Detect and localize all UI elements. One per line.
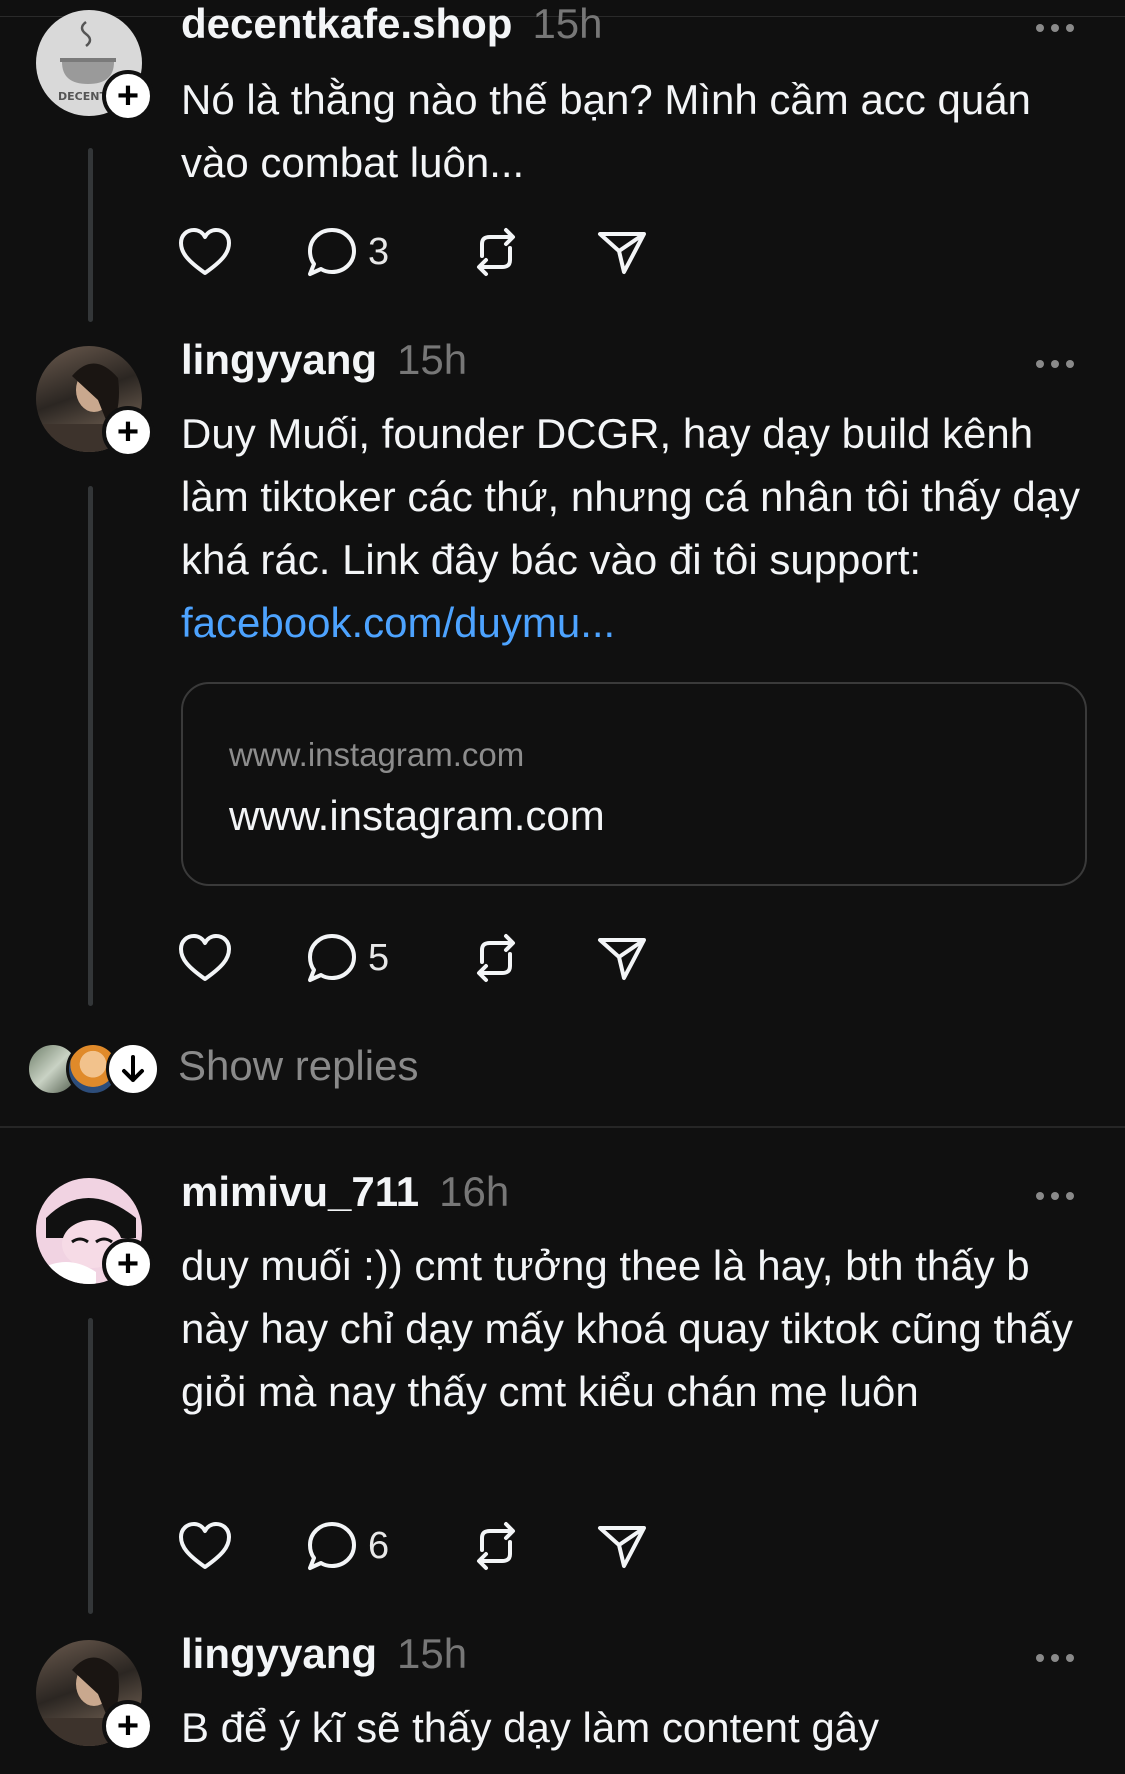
share-button[interactable] [596, 1516, 648, 1576]
thread-line [88, 1318, 93, 1614]
show-replies-label: Show replies [178, 1042, 419, 1089]
share-icon [598, 232, 646, 274]
post-header: decentkafe.shop 15h [181, 0, 603, 60]
comment-icon [308, 228, 356, 276]
thread-line [88, 148, 93, 322]
card-domain: www.instagram.com [229, 736, 525, 773]
avatar-lingyyang[interactable]: + [36, 346, 154, 458]
heart-icon [179, 934, 231, 981]
post-header: lingyyang 15h [181, 1630, 467, 1690]
post-text: duy muối :)) cmt tưởng thee là hay, bth … [181, 1242, 1073, 1415]
heart-icon [179, 1522, 231, 1569]
post-text: Nó là thằng nào thế bạn? Mình cầm acc qu… [181, 76, 1031, 186]
reply-count: 6 [368, 1524, 390, 1567]
profile-link[interactable]: facebook.com/duymu... [181, 599, 615, 646]
repost-icon [477, 1522, 515, 1570]
username[interactable]: mimivu_711 [181, 1168, 419, 1216]
section-divider [0, 1126, 1125, 1128]
post-text: Duy Muối, founder DCGR, hay dạy build kê… [181, 410, 1081, 646]
like-button[interactable] [178, 222, 232, 282]
like-button[interactable] [178, 1516, 232, 1576]
share-icon [598, 938, 646, 980]
more-icon[interactable] [1036, 1186, 1080, 1206]
repost-button[interactable] [470, 1516, 522, 1576]
post-header: mimivu_711 16h [181, 1168, 509, 1228]
comment-icon [308, 934, 356, 982]
share-icon [598, 1526, 646, 1568]
repost-icon [477, 228, 515, 276]
username[interactable]: decentkafe.shop [181, 0, 512, 48]
post-text: B để ý kĩ sẽ thấy dạy làm content gây [181, 1704, 880, 1751]
follow-plus-icon[interactable]: + [102, 406, 154, 458]
timestamp: 15h [397, 1630, 468, 1677]
repost-icon [477, 934, 515, 982]
avatar-mimivu[interactable]: + [36, 1178, 154, 1290]
more-icon[interactable] [1036, 1648, 1080, 1668]
svg-text:DECENT: DECENT [58, 90, 107, 103]
like-button[interactable] [178, 928, 232, 988]
username[interactable]: lingyyang [181, 336, 377, 384]
action-bar: 3 [178, 222, 678, 282]
more-icon[interactable] [1036, 354, 1080, 374]
heart-icon [179, 228, 231, 275]
share-button[interactable] [596, 222, 648, 282]
post-header: lingyyang 15h [181, 336, 467, 396]
reply-count: 5 [368, 936, 390, 979]
follow-plus-icon[interactable]: + [102, 1700, 154, 1752]
timestamp: 16h [439, 1168, 510, 1215]
reply-button[interactable]: 5 [306, 928, 389, 988]
reply-count: 3 [368, 230, 390, 273]
share-button[interactable] [596, 928, 648, 988]
comment-icon [308, 1522, 356, 1570]
link-preview-card[interactable]: www.instagram.com www.instagram.com [181, 682, 1087, 886]
action-bar: 5 [178, 928, 678, 988]
reply-button[interactable]: 3 [306, 222, 389, 282]
follow-plus-icon[interactable]: + [102, 70, 154, 122]
timestamp: 15h [397, 336, 468, 383]
username[interactable]: lingyyang [181, 1630, 377, 1678]
arrow-down-icon [106, 1042, 160, 1096]
repost-button[interactable] [470, 928, 522, 988]
card-title: www.instagram.com [229, 792, 605, 839]
avatar-decentkafe[interactable]: DECENT + [36, 10, 154, 122]
follow-plus-icon[interactable]: + [102, 1238, 154, 1290]
avatar-lingyyang[interactable]: + [36, 1640, 154, 1752]
repost-button[interactable] [470, 222, 522, 282]
action-bar: 6 [178, 1516, 678, 1576]
timestamp: 15h [532, 0, 603, 47]
show-replies-button[interactable]: Show replies [26, 1040, 626, 1096]
thread-line [88, 486, 93, 1006]
reply-button[interactable]: 6 [306, 1516, 389, 1576]
more-icon[interactable] [1036, 18, 1080, 38]
